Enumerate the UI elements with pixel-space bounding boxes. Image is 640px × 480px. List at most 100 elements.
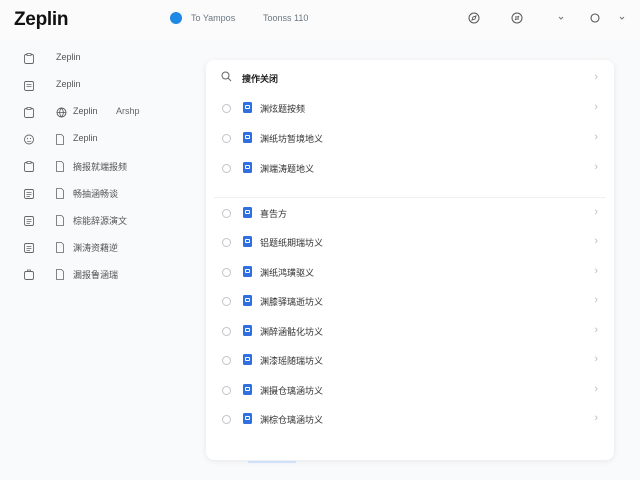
document-icon [243, 236, 252, 247]
document-icon [243, 132, 252, 143]
top-bar: Zeplin To Yampos Toonss 110 [0, 0, 640, 40]
radio-button[interactable] [222, 415, 231, 424]
chevron-right-icon: › [594, 383, 598, 395]
app-title: Zeplin [14, 9, 69, 30]
sidebar-item-label: Zeplin [73, 133, 98, 143]
document-icon [243, 325, 252, 336]
chevron-right-icon: › [594, 412, 598, 424]
divider [214, 197, 606, 198]
sidebar-item-label: 摘报就端报频 [73, 162, 128, 172]
calendar-icon [24, 81, 34, 91]
list-item[interactable]: 渊漆瑶随瑞坊义 › [206, 347, 614, 375]
document-icon [56, 215, 64, 226]
list-item[interactable]: 铝题纸期瑞坊义 › [206, 229, 614, 257]
sync-icon[interactable] [589, 12, 601, 24]
sidebar-item[interactable]: Zeplin [0, 126, 200, 153]
sidebar-item[interactable]: 渊涛资藉逆 [0, 234, 200, 261]
list-icon [24, 243, 34, 253]
document-icon [56, 188, 64, 199]
brand-dot-icon [170, 12, 182, 24]
chevron-down-icon[interactable] [616, 12, 628, 24]
radio-button[interactable] [222, 327, 231, 336]
sidebar-item-label: 渊涛资藉逆 [73, 243, 119, 253]
sidebar-item[interactable]: Zeplin Arshp [0, 99, 200, 126]
chevron-down-icon[interactable] [555, 12, 567, 24]
chevron-right-icon: › [594, 324, 598, 336]
compass-icon[interactable] [468, 12, 480, 24]
list-item[interactable]: 渊棕仓璃涵坊义 › [206, 406, 614, 434]
chevron-right-icon: › [594, 131, 598, 143]
list-item[interactable]: 渊炫题按频 › [206, 95, 614, 123]
radio-button[interactable] [222, 356, 231, 365]
list-item-label: 渊漆瑶随瑞坊义 [260, 356, 324, 366]
list-item-label: 铝题纸期瑞坊义 [260, 238, 324, 248]
radio-button[interactable] [222, 268, 231, 277]
radio-button[interactable] [222, 386, 231, 395]
nav-text-2[interactable]: Toonss 110 [263, 13, 308, 23]
sidebar-item-label: 畅抽涵畅谈 [73, 189, 119, 199]
radio-button[interactable] [222, 164, 231, 173]
document-icon [243, 295, 252, 306]
sidebar-item[interactable]: Zeplin [0, 72, 200, 99]
document-icon [243, 384, 252, 395]
list-icon [24, 189, 34, 199]
globe-icon [56, 107, 67, 118]
radio-button[interactable] [222, 134, 231, 143]
radio-button[interactable] [222, 209, 231, 218]
face-icon [24, 134, 34, 145]
document-icon [243, 354, 252, 365]
search-icon [221, 71, 232, 82]
search-label: 搜作关闭 [242, 74, 279, 84]
chevron-right-icon: › [594, 235, 598, 247]
chevron-right-icon: › [594, 161, 598, 173]
list-item[interactable]: 渊纸鸿璜驱义 › [206, 259, 614, 287]
sidebar-item[interactable]: 漏报鲁涵瑞 [0, 261, 200, 288]
chevron-right-icon: › [594, 294, 598, 306]
document-icon [243, 207, 252, 218]
chevron-right-icon: › [594, 265, 598, 277]
chevron-right-icon: › [594, 101, 598, 113]
chevron-right-icon: › [594, 206, 598, 218]
sidebar-item[interactable]: 棕能辞源演文 [0, 207, 200, 234]
chevron-right-icon: › [594, 353, 598, 365]
chevron-right-icon: › [594, 71, 598, 83]
swap-icon[interactable] [511, 12, 523, 24]
document-icon [56, 134, 64, 145]
clipboard-icon [24, 107, 34, 118]
sidebar-item[interactable]: 摘报就端报频 [0, 153, 200, 180]
list-item-label: 渊炫题按频 [260, 104, 306, 114]
document-list-panel: 搜作关闭 › 渊炫题按频 › 渊纸坊暂境地义 › 渊端涛题地义 › 喜告方 › … [206, 60, 614, 460]
document-icon [243, 266, 252, 277]
list-item-label: 渊摄仓璃涵坊义 [260, 386, 324, 396]
document-icon [56, 242, 64, 253]
list-item-label: 渊端涛题地义 [260, 164, 315, 174]
search-row[interactable]: 搜作关闭 › [206, 65, 614, 93]
document-icon [56, 269, 64, 280]
list-item-label: 渊醉涵骷化坊义 [260, 327, 324, 337]
sidebar-item-label: 棕能辞源演文 [73, 216, 128, 226]
list-item[interactable]: 渊醉涵骷化坊义 › [206, 318, 614, 346]
list-item[interactable]: 渊摄仓璃涵坊义 › [206, 377, 614, 405]
sidebar-item-label: Zeplin [73, 106, 98, 116]
list-icon [24, 216, 34, 226]
list-item[interactable]: 渊端涛题地义 › [206, 155, 614, 183]
radio-button[interactable] [222, 238, 231, 247]
list-item-label: 渊膝驿璃逝坊义 [260, 297, 324, 307]
sidebar-item-extra: Arshp [116, 106, 140, 116]
scroll-indicator [248, 461, 296, 463]
sidebar: Zeplin Zeplin Zeplin Arshp Zeplin 摘报就端报频… [0, 45, 200, 285]
list-item-label: 喜告方 [260, 209, 288, 219]
radio-button[interactable] [222, 104, 231, 113]
list-item-label: 渊纸坊暂境地义 [260, 134, 324, 144]
radio-button[interactable] [222, 297, 231, 306]
list-item[interactable]: 渊膝驿璃逝坊义 › [206, 288, 614, 316]
document-icon [243, 102, 252, 113]
sidebar-item[interactable]: Zeplin [0, 45, 200, 72]
list-item[interactable]: 喜告方 › [206, 200, 614, 228]
document-icon [56, 161, 64, 172]
nav-text-1[interactable]: To Yampos [191, 13, 235, 23]
sidebar-item[interactable]: 畅抽涵畅谈 [0, 180, 200, 207]
list-item[interactable]: 渊纸坊暂境地义 › [206, 125, 614, 153]
list-item-label: 渊棕仓璃涵坊义 [260, 415, 324, 425]
document-icon [243, 162, 252, 173]
